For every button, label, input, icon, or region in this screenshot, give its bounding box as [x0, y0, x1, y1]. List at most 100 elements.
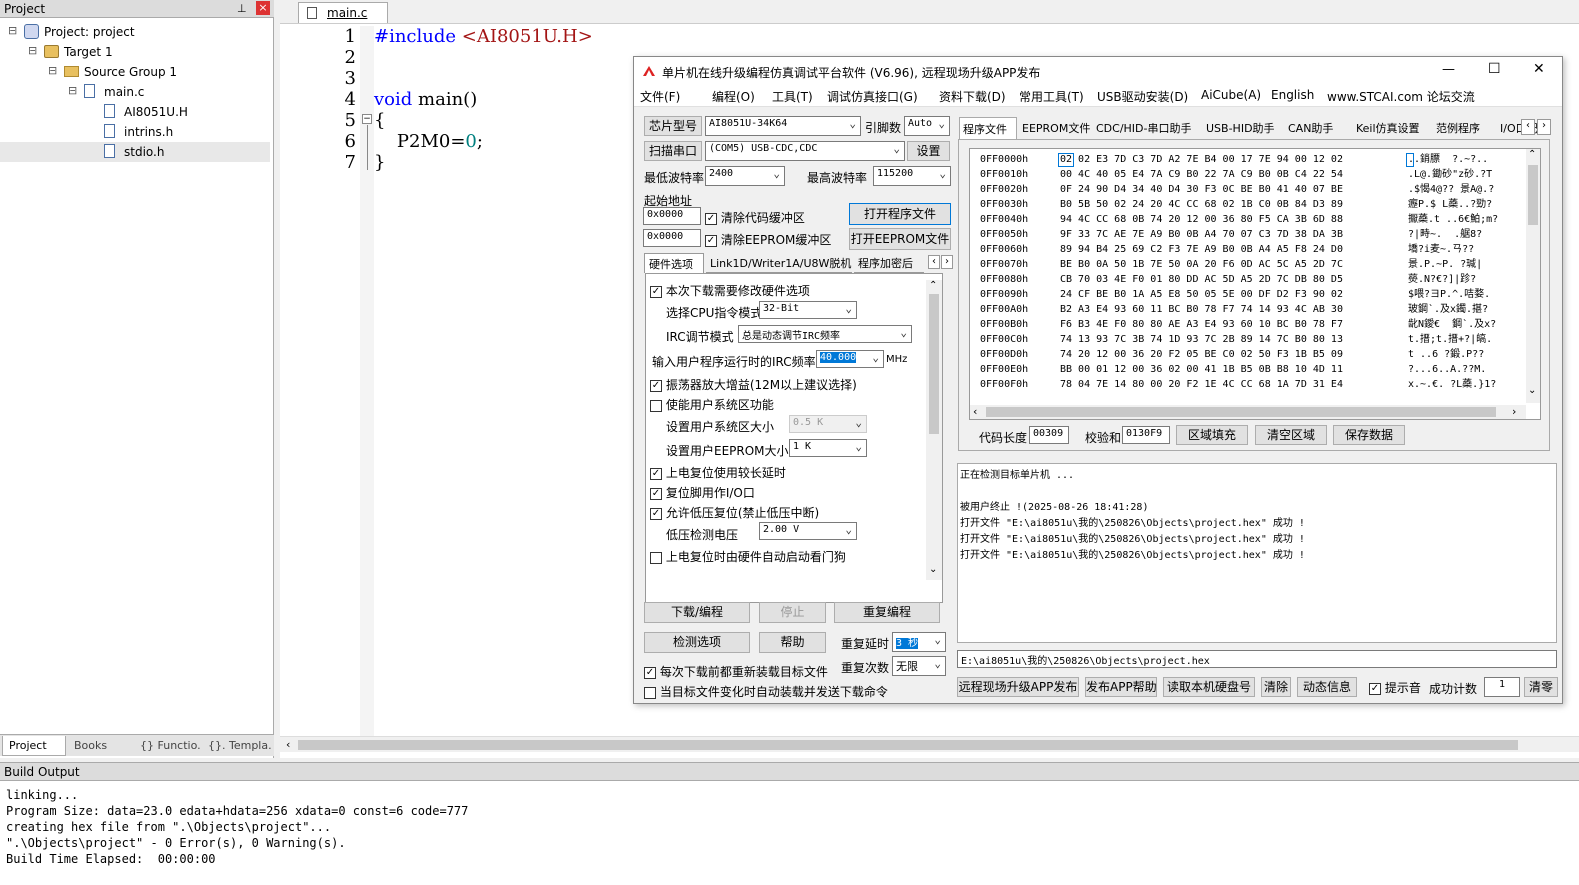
tree-toggle-icon[interactable]: ⊟	[8, 24, 17, 37]
help-button[interactable]: 帮助	[759, 632, 826, 653]
file-path-field[interactable]: E:\ai8051u\我的\250826\Objects\project.hex	[957, 650, 1557, 668]
scroll-left-icon[interactable]: ‹	[286, 738, 290, 751]
check-options-button[interactable]: 检测选项	[644, 632, 750, 653]
auto-load-checkbox[interactable]: 当目标文件变化时自动装载并发送下载命令	[644, 683, 888, 700]
hint-checkbox[interactable]: ✓ 提示音	[1369, 679, 1421, 696]
close-window-icon[interactable]: ✕	[1533, 61, 1545, 77]
irc-freq-input[interactable]: 40.000 ⌄	[816, 350, 884, 368]
fold-icon[interactable]: −	[362, 114, 372, 124]
clear-eeprom-checkbox[interactable]: ✓ 清除EEPROM缓冲区	[705, 231, 831, 248]
menu-item[interactable]: 编程(O)	[712, 88, 755, 105]
scroll-left-icon[interactable]: ‹	[973, 405, 977, 418]
tree-item[interactable]: ⊟ Source Group 1	[0, 62, 270, 82]
scroll-down-icon[interactable]: ⌄	[1528, 385, 1536, 396]
reset-io-checkbox[interactable]: ✓ 复位脚用作I/O口	[650, 484, 755, 501]
right-tab[interactable]: 范例程序	[1433, 117, 1495, 139]
port-select[interactable]: (COM5) USB-CDC,CDC ⌄	[705, 141, 905, 161]
bottom-button[interactable]: 动态信息	[1297, 677, 1357, 697]
menu-item[interactable]: 调试仿真接口(G)	[827, 88, 918, 105]
menu-item[interactable]: www.STCAI.com 论坛交流	[1327, 88, 1475, 105]
tree-item[interactable]: ⊟ Project: project	[0, 22, 270, 42]
reprogram-button[interactable]: 重复编程	[834, 602, 940, 623]
tab-right-icon[interactable]: ›	[941, 255, 953, 269]
eeprom-addr-input[interactable]: 0x0000	[643, 229, 701, 247]
pin-icon[interactable]: ⊥	[237, 2, 247, 15]
code-addr-input[interactable]: 0x0000	[643, 207, 701, 225]
long-reset-checkbox[interactable]: ✓ 上电复位使用较长延时	[650, 464, 786, 481]
hex-view[interactable]: 0FF0000h 02 02 E3 7D C3 7D A2 7E B4 00 17…	[969, 148, 1541, 420]
tree-item[interactable]: stdio.h	[0, 142, 270, 162]
reload-checkbox[interactable]: ✓ 每次下载前都重新装载目标文件	[644, 663, 828, 680]
hw-tab[interactable]: Link1D/Writer1A/U8W脱机	[706, 253, 852, 273]
open-program-button[interactable]: 打开程序文件	[849, 203, 951, 225]
open-eeprom-button[interactable]: 打开EEPROM文件	[849, 228, 951, 250]
hw-tab[interactable]: 程序加密后	[854, 253, 924, 273]
cpu-mode-select[interactable]: 32-Bit ⌄	[759, 301, 857, 319]
download-button[interactable]: 下载/编程	[644, 602, 750, 623]
user-sys-checkbox[interactable]: 使能用户系统区功能	[650, 396, 774, 413]
low-volt-select[interactable]: 2.00 V ⌄	[759, 522, 857, 540]
repeat-delay-select[interactable]: 3 秒 ⌄	[892, 632, 946, 652]
max-baud-select[interactable]: 115200 ⌄	[873, 166, 951, 186]
fill-area-button[interactable]: 区域填充	[1176, 425, 1248, 445]
tree-item[interactable]: intrins.h	[0, 122, 270, 142]
right-tab[interactable]: 程序文件	[959, 117, 1017, 139]
right-tab[interactable]: USB-HID助手	[1203, 117, 1283, 139]
right-tab[interactable]: CDC/HID-串口助手	[1093, 117, 1201, 139]
clear-code-checkbox[interactable]: ✓ 清除代码缓冲区	[705, 209, 805, 226]
hex-hscroll[interactable]: ‹ ›	[970, 405, 1526, 419]
tab-right-icon[interactable]: ›	[1537, 119, 1551, 135]
right-tab[interactable]: CAN助手	[1285, 117, 1351, 139]
tree-toggle-icon[interactable]: ⊟	[68, 84, 77, 97]
bottom-button[interactable]: 远程现场升级APP发布	[957, 677, 1079, 697]
irc-mode-select[interactable]: 总是动态调节IRC频率 ⌄	[738, 325, 912, 343]
tree-toggle-icon[interactable]: ⊟	[48, 64, 57, 77]
port-settings-button[interactable]: 设置	[907, 141, 950, 161]
low-volt-reset-checkbox[interactable]: ✓ 允许低压复位(禁止低压中断)	[650, 504, 819, 521]
bottom-button[interactable]: 清除	[1261, 677, 1291, 697]
menu-item[interactable]: 工具(T)	[772, 88, 813, 105]
tree-item[interactable]: ⊟ main.c	[0, 82, 270, 102]
maximize-icon[interactable]: ☐	[1488, 61, 1501, 77]
scroll-thumb[interactable]	[929, 294, 939, 434]
bottom-button[interactable]: 读取本机硬盘号	[1163, 677, 1255, 697]
tab-left-icon[interactable]: ‹	[1521, 119, 1535, 135]
modify-hw-checkbox[interactable]: ✓ 本次下载需要修改硬件选项	[650, 282, 810, 299]
watchdog-checkbox[interactable]: 上电复位时由硬件自动启动看门狗	[650, 548, 846, 565]
tree-item[interactable]: AI8051U.H	[0, 102, 270, 122]
scroll-right-icon[interactable]: ›	[1512, 405, 1516, 418]
editor-tab[interactable]: main.c	[298, 2, 388, 23]
scan-port-button[interactable]: 扫描串口	[644, 141, 702, 161]
pins-select[interactable]: Auto ⌄	[904, 116, 950, 136]
clear-count-button[interactable]: 清零	[1524, 677, 1558, 697]
bottom-button[interactable]: 发布APP帮助	[1085, 677, 1157, 697]
hex-vscroll[interactable]: ⌃ ⌄	[1526, 149, 1540, 403]
right-tab[interactable]: EEPROM文件	[1019, 117, 1091, 139]
stop-button[interactable]: 停止	[759, 602, 826, 623]
scroll-thumb[interactable]	[986, 407, 1496, 417]
chip-model-select[interactable]: AI8051U-34K64 ⌄	[705, 116, 861, 136]
project-tab[interactable]: {}. Templa...	[202, 736, 272, 756]
scroll-thumb[interactable]	[1528, 165, 1538, 225]
tree-toggle-icon[interactable]: ⊟	[28, 44, 37, 57]
hw-scrollbar[interactable]: ⌃ ⌄	[926, 280, 942, 580]
save-data-button[interactable]: 保存数据	[1333, 425, 1405, 445]
tab-left-icon[interactable]: ‹	[928, 255, 940, 269]
chip-model-button[interactable]: 芯片型号	[644, 116, 702, 136]
eeprom-size-select[interactable]: 1 K ⌄	[789, 439, 867, 457]
repeat-count-select[interactable]: 无限 ⌄	[892, 656, 946, 676]
project-tab[interactable]: Project	[2, 736, 66, 756]
menu-item[interactable]: 文件(F)	[640, 88, 680, 105]
project-tab[interactable]: {} Functio...	[134, 736, 200, 756]
menu-item[interactable]: AiCube(A)	[1201, 88, 1261, 102]
scroll-up-icon[interactable]: ⌃	[929, 280, 937, 291]
close-icon[interactable]: ×	[256, 1, 270, 15]
menu-item[interactable]: English	[1271, 88, 1314, 102]
scroll-thumb[interactable]	[298, 740, 1518, 750]
scroll-down-icon[interactable]: ⌄	[929, 564, 937, 575]
project-tab[interactable]: Books	[68, 736, 132, 756]
min-baud-select[interactable]: 2400 ⌄	[705, 166, 785, 186]
menu-item[interactable]: 常用工具(T)	[1019, 88, 1084, 105]
clear-area-button[interactable]: 清空区域	[1255, 425, 1327, 445]
hw-tab[interactable]: 硬件选项	[644, 253, 704, 273]
